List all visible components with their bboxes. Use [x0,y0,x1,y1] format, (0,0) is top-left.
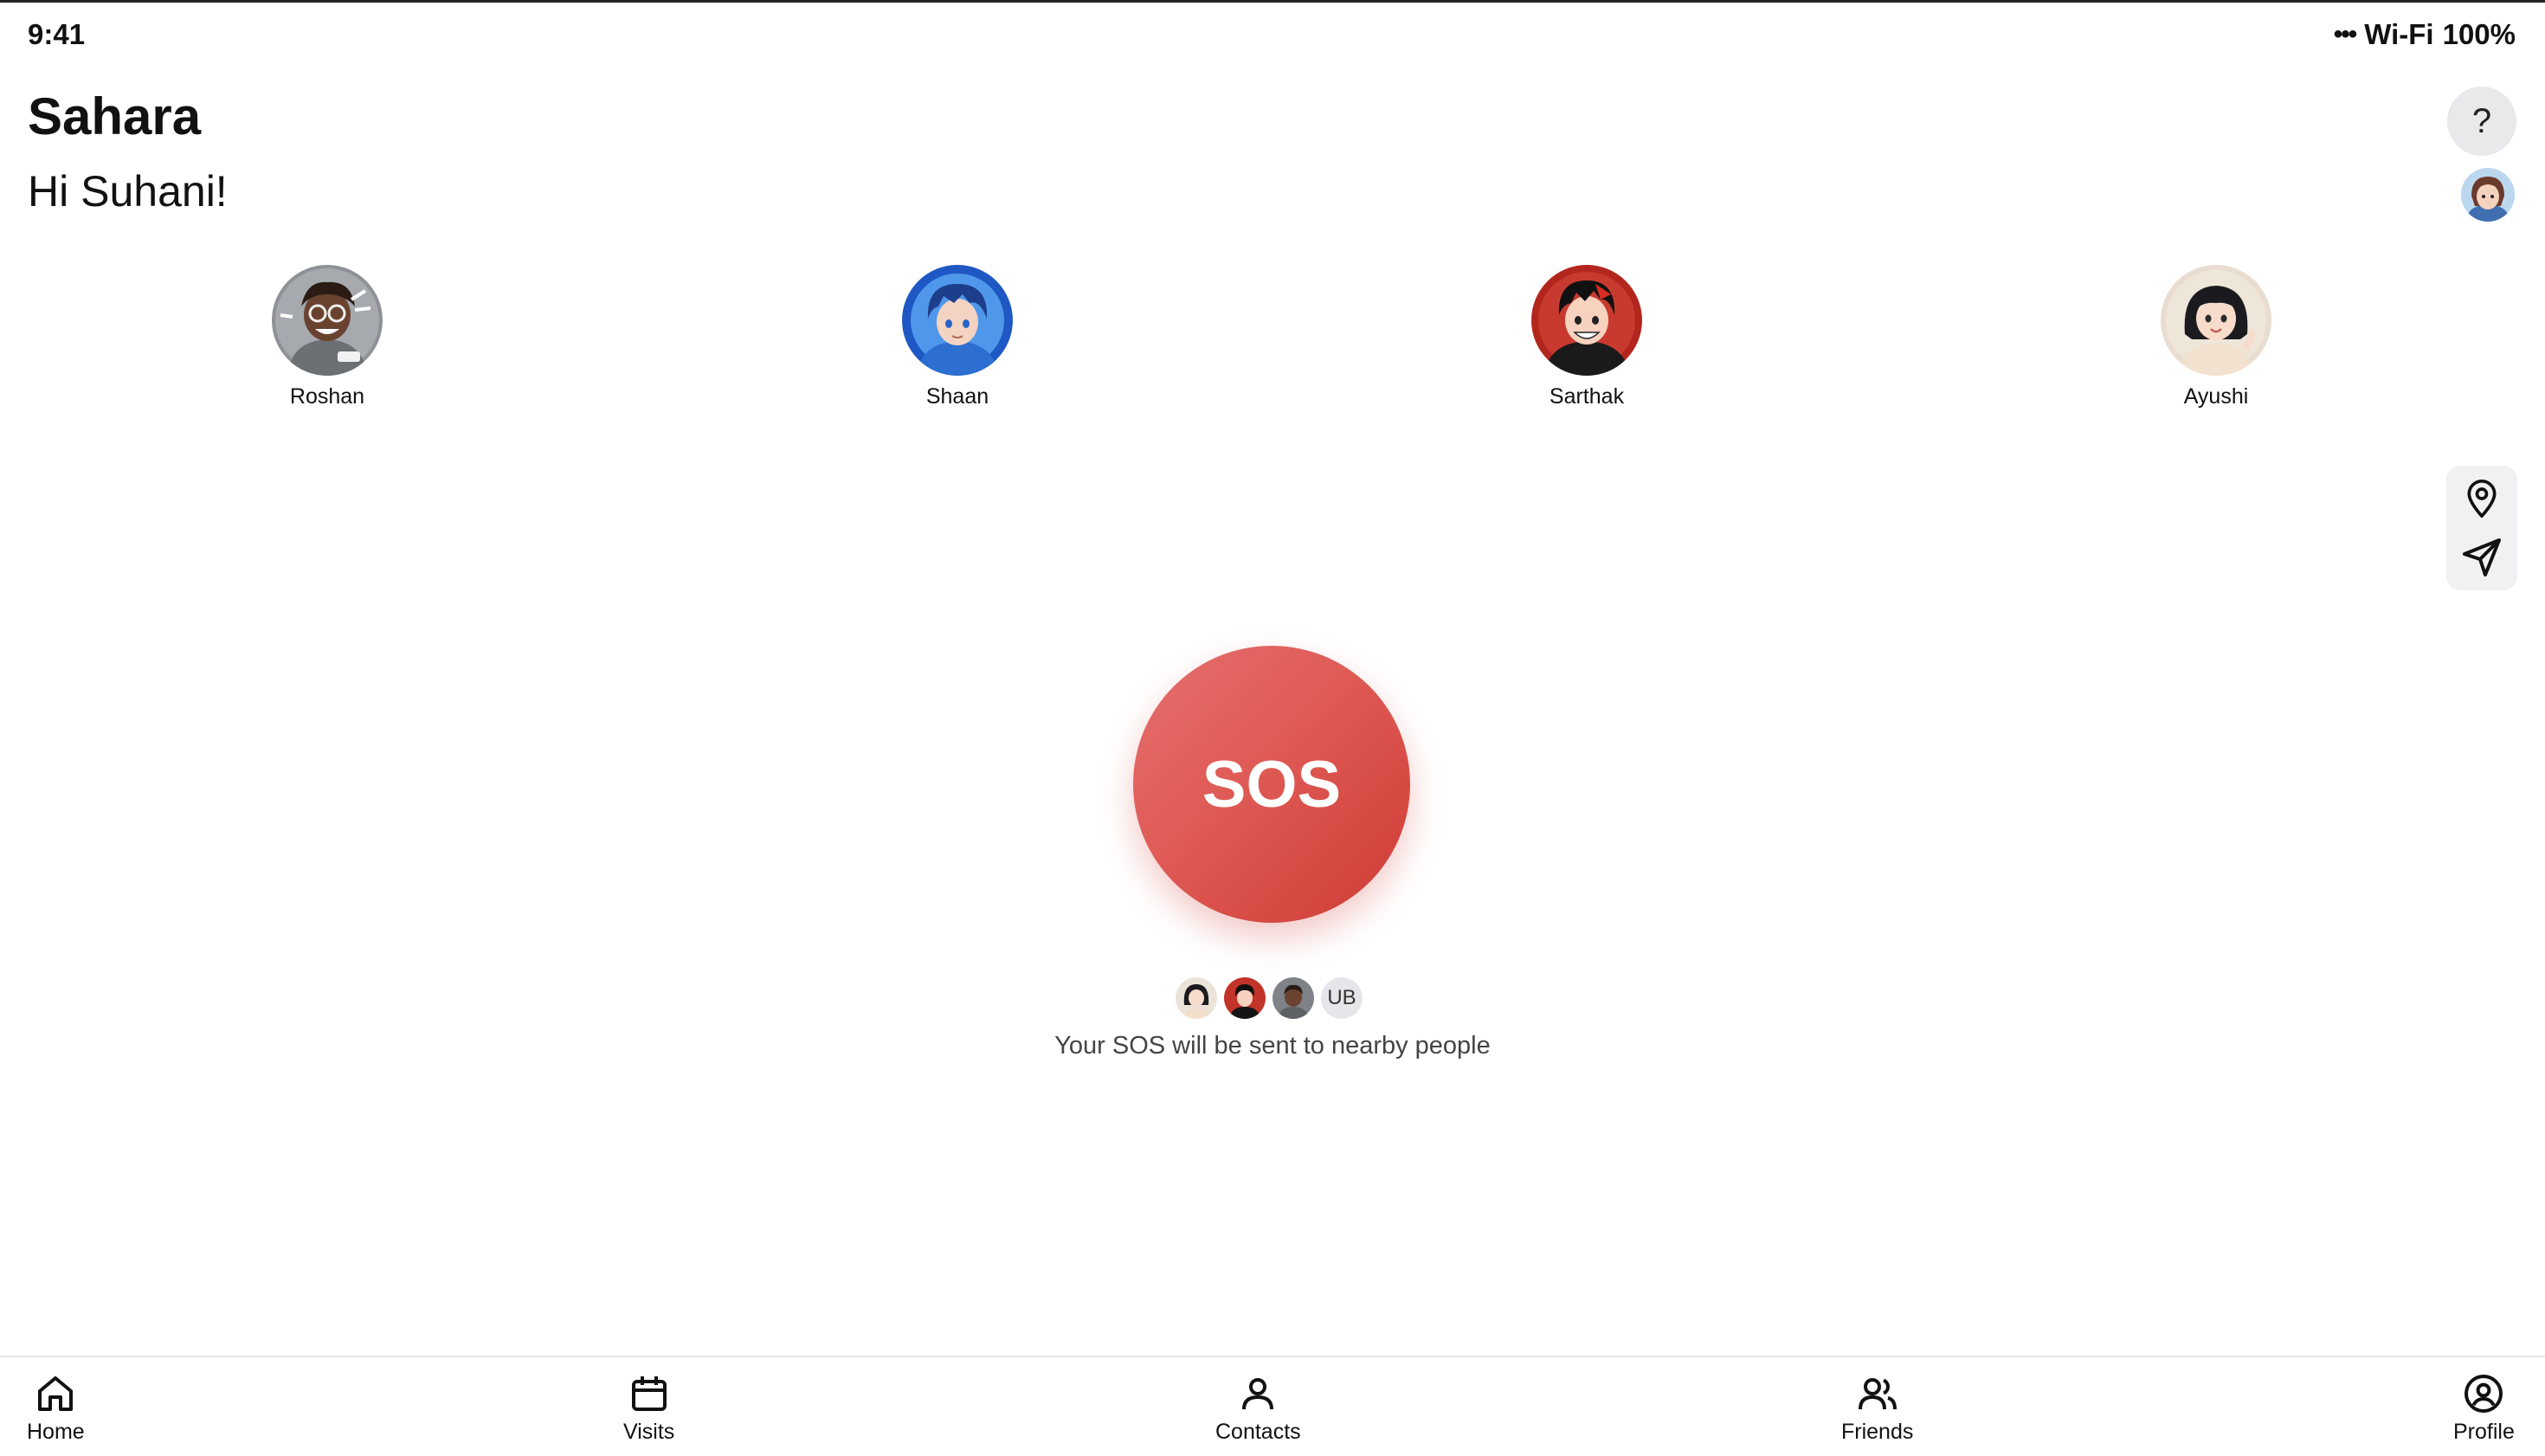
calendar-icon [625,1369,673,1418]
contact-sarthak[interactable]: Sarthak [1474,260,1699,409]
send-arrow-icon [2463,538,2501,577]
greeting: Hi Suhani! [28,167,228,216]
avatar-shaan-image [902,265,1013,376]
avatar-ayushi [2161,265,2271,376]
nearby-avatar-3-image [1272,977,1314,1019]
nearby-avatar-2-image [1224,977,1266,1019]
status-time: 9:41 [28,18,86,50]
avatar-roshan-image [272,265,383,376]
location-button[interactable] [2456,473,2508,525]
nearby-avatar-1 [1176,977,1217,1019]
person-icon [1234,1369,1282,1418]
tab-visits[interactable]: Visits [623,1369,674,1445]
tab-home[interactable]: Home [27,1369,85,1445]
avatar-sarthak [1531,265,1642,376]
contact-name: Roshan [289,384,365,409]
help-button[interactable]: ? [2447,87,2516,156]
nearby-avatar-1-image [1176,977,1217,1019]
status-bar: 9:41 ••• Wi-Fi 100% [0,3,2545,65]
contact-name: Sarthak [1549,384,1625,409]
nearby-avatars: UB [1176,976,1363,1020]
nearby-avatar-2 [1224,977,1266,1019]
contact-name: Shaan [925,384,989,409]
nearby-initials-badge: UB [1321,977,1363,1019]
profile-circle-icon [2459,1369,2508,1418]
wifi-label: Wi-Fi [2364,18,2434,50]
tab-label: Contacts [1215,1420,1301,1444]
app-title: Sahara [28,87,202,145]
profile-avatar[interactable] [2461,168,2515,222]
side-tools-panel [2446,466,2517,590]
status-right: ••• Wi-Fi 100% [2334,18,2516,51]
signal-dots: ••• [2333,20,2357,48]
tab-label: Friends [1841,1420,1914,1444]
contact-roshan[interactable]: Roshan [215,260,440,409]
profile-avatar-image [2461,168,2515,222]
sos-button[interactable]: SOS [1133,646,1410,923]
tab-friends[interactable]: Friends [1841,1369,1913,1445]
tab-contacts[interactable]: Contacts [1215,1369,1301,1445]
avatar-sarthak-image [1531,265,1642,376]
contact-shaan[interactable]: Shaan [845,260,1070,409]
bottom-tab-bar: Home Visits Contacts Friends Profile [0,1356,2545,1456]
nearby-avatar-3 [1272,977,1314,1019]
nearby-text: Your SOS will be sent to nearby people [1054,1032,1491,1060]
contact-name: Ayushi [2183,384,2249,409]
contact-ayushi[interactable]: Ayushi [2104,260,2329,409]
tab-label: Profile [2453,1420,2515,1444]
contacts-row: Roshan Shaan Sarthak Ayushi [0,260,2545,416]
avatar-roshan [272,265,383,376]
navigate-button[interactable] [2456,532,2508,583]
tab-label: Home [27,1420,85,1444]
tab-label: Visits [623,1420,675,1444]
home-icon [31,1369,80,1418]
avatar-ayushi-image [2161,265,2271,376]
map-pin-icon [2467,480,2497,518]
tab-profile[interactable]: Profile [2453,1369,2515,1445]
battery-label: 100% [2442,18,2516,50]
avatar-shaan [902,265,1013,376]
friends-icon [1853,1369,1902,1418]
